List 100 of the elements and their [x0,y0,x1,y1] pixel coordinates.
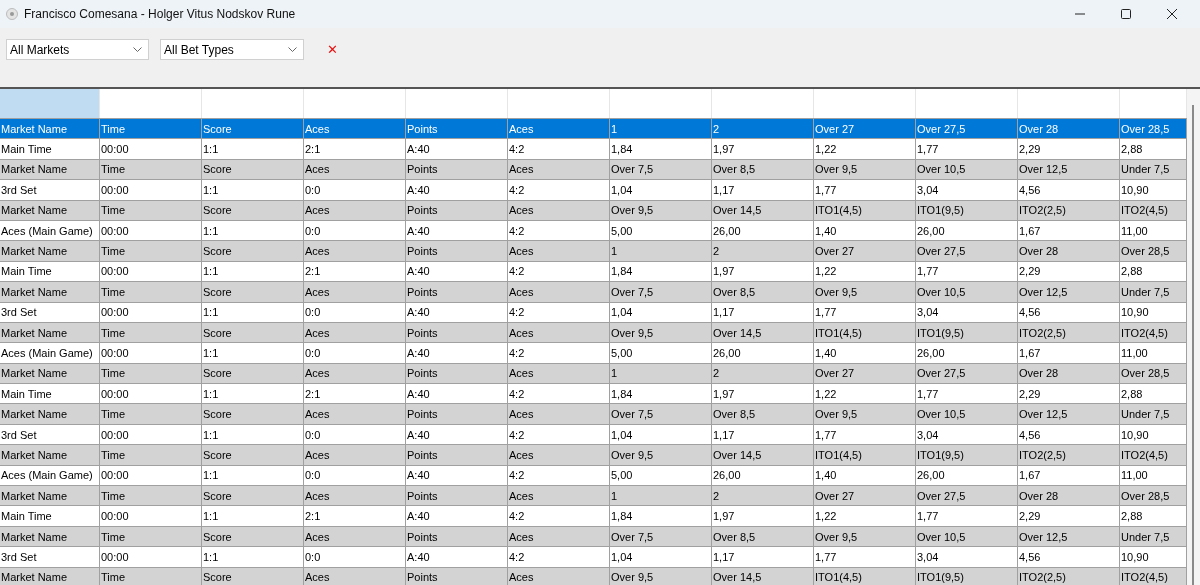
column-label: 2 [713,367,720,380]
scrollbar-thumb[interactable] [1192,105,1194,585]
column-label: Points [407,122,438,135]
window-title: Francisco Comesana - Holger Vitus Nodskov Rune [24,7,296,21]
data-row[interactable]: Main Time 00:00 1:1 2:1 A:40 4:2 1,84 1,97 1,22 1,77 2,29 2,88 [0,384,1187,405]
data-row[interactable]: 3rd Set 00:00 1:1 0:0 A:40 4:2 1,04 1,17 1,77 3,04 4,56 10,90 [0,302,1187,323]
table-cell: 1,04 [611,550,633,563]
table-cell: A:40 [407,387,430,400]
table-cell: 1,77 [815,428,837,441]
header-row[interactable]: Market Name Time Score Aces Points Aces Over 9,5 Over 14,5 ITO1(4,5) ITO1(9,5) ITO2(2,5) ITO2(4,5) [0,445,1187,466]
chevron-icon [288,46,297,53]
table-cell: A:40 [407,143,430,156]
data-row[interactable]: Aces (Main Game) 00:00 1:1 0:0 A:40 4:2 5,00 26,00 1,40 26,00 1,67 11,00 [0,343,1187,364]
table-cell: 1:1 [203,428,219,441]
header-row[interactable]: Market Name Time Score Aces Points Aces Over 7,5 Over 8,5 Over 9,5 Over 10,5 Over 12,5 Under 7,5 [0,404,1187,425]
column-label: Points [407,367,438,380]
table-cell: 1,77 [917,510,939,523]
market-dropdown[interactable]: All Markets [6,39,149,60]
column-label: Market Name [1,285,68,298]
column-label: Over 9,5 [815,163,858,176]
table-cell: 1,04 [611,183,633,196]
table-cell: 4:2 [509,306,525,319]
table-cell: 10,90 [1121,550,1149,563]
header-row[interactable]: Market Name Time Score Aces Points Aces Over 7,5 Over 8,5 Over 9,5 Over 10,5 Over 12,5 Under 7,5 [0,526,1187,548]
table-cell: 5,00 [611,347,633,359]
table-cell: 0:0 [305,306,321,319]
column-label: Over 27,5 [917,122,966,135]
table-cell: 1:1 [203,265,219,278]
column-label: Score [203,245,232,258]
data-row[interactable]: Aces (Main Game) 00:00 1:1 0:0 A:40 4:2 5,00 26,00 1,40 26,00 1,67 11,00 [0,220,1187,242]
table-cell: 11,00 [1121,224,1148,237]
table-cell: 1,97 [713,510,735,523]
table-cell: 2,29 [1019,387,1041,400]
column-label: Aces [305,245,330,258]
table-cell: 4:2 [509,469,525,482]
table-cell: 1,22 [815,143,837,156]
column-label: ITO2(4,5) [1121,571,1168,584]
column-label: Aces [509,285,534,298]
header-row[interactable]: Market Name Time Score Aces Points Aces 1 2 Over 27 Over 27,5 Over 28 Over 28,5 [0,119,1187,140]
table-cell: 1,17 [713,183,735,196]
column-label: ITO1(9,5) [917,204,964,217]
column-label: Aces [305,122,330,135]
column-label: Over 9,5 [611,448,654,461]
column-label: Time [101,408,126,421]
table-cell: 00:00 [101,347,129,359]
column-label: Over 7,5 [611,163,654,176]
column-label: Score [203,326,232,339]
maximize-icon[interactable] [1120,8,1132,20]
table-cell: 2,29 [1019,265,1041,278]
column-label: ITO2(2,5) [1019,204,1066,217]
column-label: Under 7,5 [1121,530,1170,543]
data-row[interactable]: 3rd Set 00:00 1:1 0:0 A:40 4:2 1,04 1,17 1,77 3,04 4,56 10,90 [0,547,1187,568]
table-cell: 1,77 [815,306,837,319]
header-row[interactable]: Market Name Time Score Aces Points Aces Over 9,5 Over 14,5 ITO1(4,5) ITO1(9,5) ITO2(2,5) ITO2(4,5) [0,322,1187,344]
column-label: Points [407,204,438,217]
column-label: Over 27 [815,367,855,380]
column-label: Market Name [1,122,68,135]
table-cell: 0:0 [305,469,321,482]
table-cell: 4,56 [1019,550,1041,563]
column-label: 1 [611,245,618,258]
column-label: Aces [509,571,534,584]
chevron-icon [133,46,142,53]
bet-type-dropdown[interactable]: All Bet Types [160,39,304,60]
column-label: Aces [509,326,534,339]
column-label: Points [407,245,438,258]
close-icon[interactable] [1166,8,1178,20]
header-row[interactable]: Market Name Time Score Aces Points Aces Over 7,5 Over 8,5 Over 9,5 Over 10,5 Over 12,5 Under 7,5 [0,282,1187,303]
header-row[interactable]: Market Name Time Score Aces Points Aces Over 7,5 Over 8,5 Over 9,5 Over 10,5 Over 12,5 Under 7,5 [0,159,1187,181]
column-label: ITO2(4,5) [1121,326,1168,339]
table-cell: 4:2 [509,143,525,156]
column-label: Aces [509,530,534,543]
header-row[interactable]: Market Name Time Score Aces Points Aces 1 2 Over 27 Over 27,5 Over 28 Over 28,5 [0,363,1187,385]
clear-button[interactable]: ✕ [323,39,342,60]
table-cell: 3rd Set [1,183,37,196]
header-row[interactable]: Market Name Time Score Aces Points Aces Over 9,5 Over 14,5 ITO1(4,5) ITO1(9,5) ITO2(2,5) ITO2(4,5) [0,200,1187,221]
column-label: Time [101,245,126,258]
table-cell: 1:1 [203,347,219,359]
column-label: Over 27 [815,122,855,135]
data-row[interactable]: Aces (Main Game) 00:00 1:1 0:0 A:40 4:2 5,00 26,00 1,40 26,00 1,67 11,00 [0,465,1187,487]
data-row[interactable]: Main Time 00:00 1:1 2:1 A:40 4:2 1,84 1,97 1,22 1,77 2,29 2,88 [0,261,1187,283]
data-row[interactable]: 3rd Set 00:00 1:1 0:0 A:40 4:2 1,04 1,17 1,77 3,04 4,56 10,90 [0,424,1187,446]
data-row[interactable]: Main Time 00:00 1:1 2:1 A:40 4:2 1,84 1,97 1,22 1,77 2,29 2,88 [0,139,1187,160]
header-row[interactable]: Market Name Time Score Aces Points Aces 1 2 Over 27 Over 27,5 Over 28 Over 28,5 [0,241,1187,262]
table-cell: 1,97 [713,387,735,400]
table-cell: 1,22 [815,265,837,278]
data-row[interactable]: Main Time 00:00 1:1 2:1 A:40 4:2 1,84 1,97 1,22 1,77 2,29 2,88 [0,506,1187,527]
table-cell: 3,04 [917,428,939,441]
column-label: ITO2(4,5) [1121,204,1168,217]
table-cell: 26,00 [917,347,945,359]
header-row[interactable]: Market Name Time Score Aces Points Aces 1 2 Over 27 Over 27,5 Over 28 Over 28,5 [0,486,1187,507]
table-cell: 1,84 [611,510,633,523]
table-cell: 4:2 [509,550,525,563]
column-label: Market Name [1,163,68,176]
table-cell: 1:1 [203,510,219,523]
table-cell: 26,00 [713,224,741,237]
data-row[interactable]: 3rd Set 00:00 1:1 0:0 A:40 4:2 1,04 1,17 1,77 3,04 4,56 10,90 [0,180,1187,201]
table-cell: 3,04 [917,550,939,563]
table-cell: 2,88 [1121,265,1143,278]
column-label: Aces [305,408,330,421]
column-label: Over 28,5 [1121,122,1170,135]
